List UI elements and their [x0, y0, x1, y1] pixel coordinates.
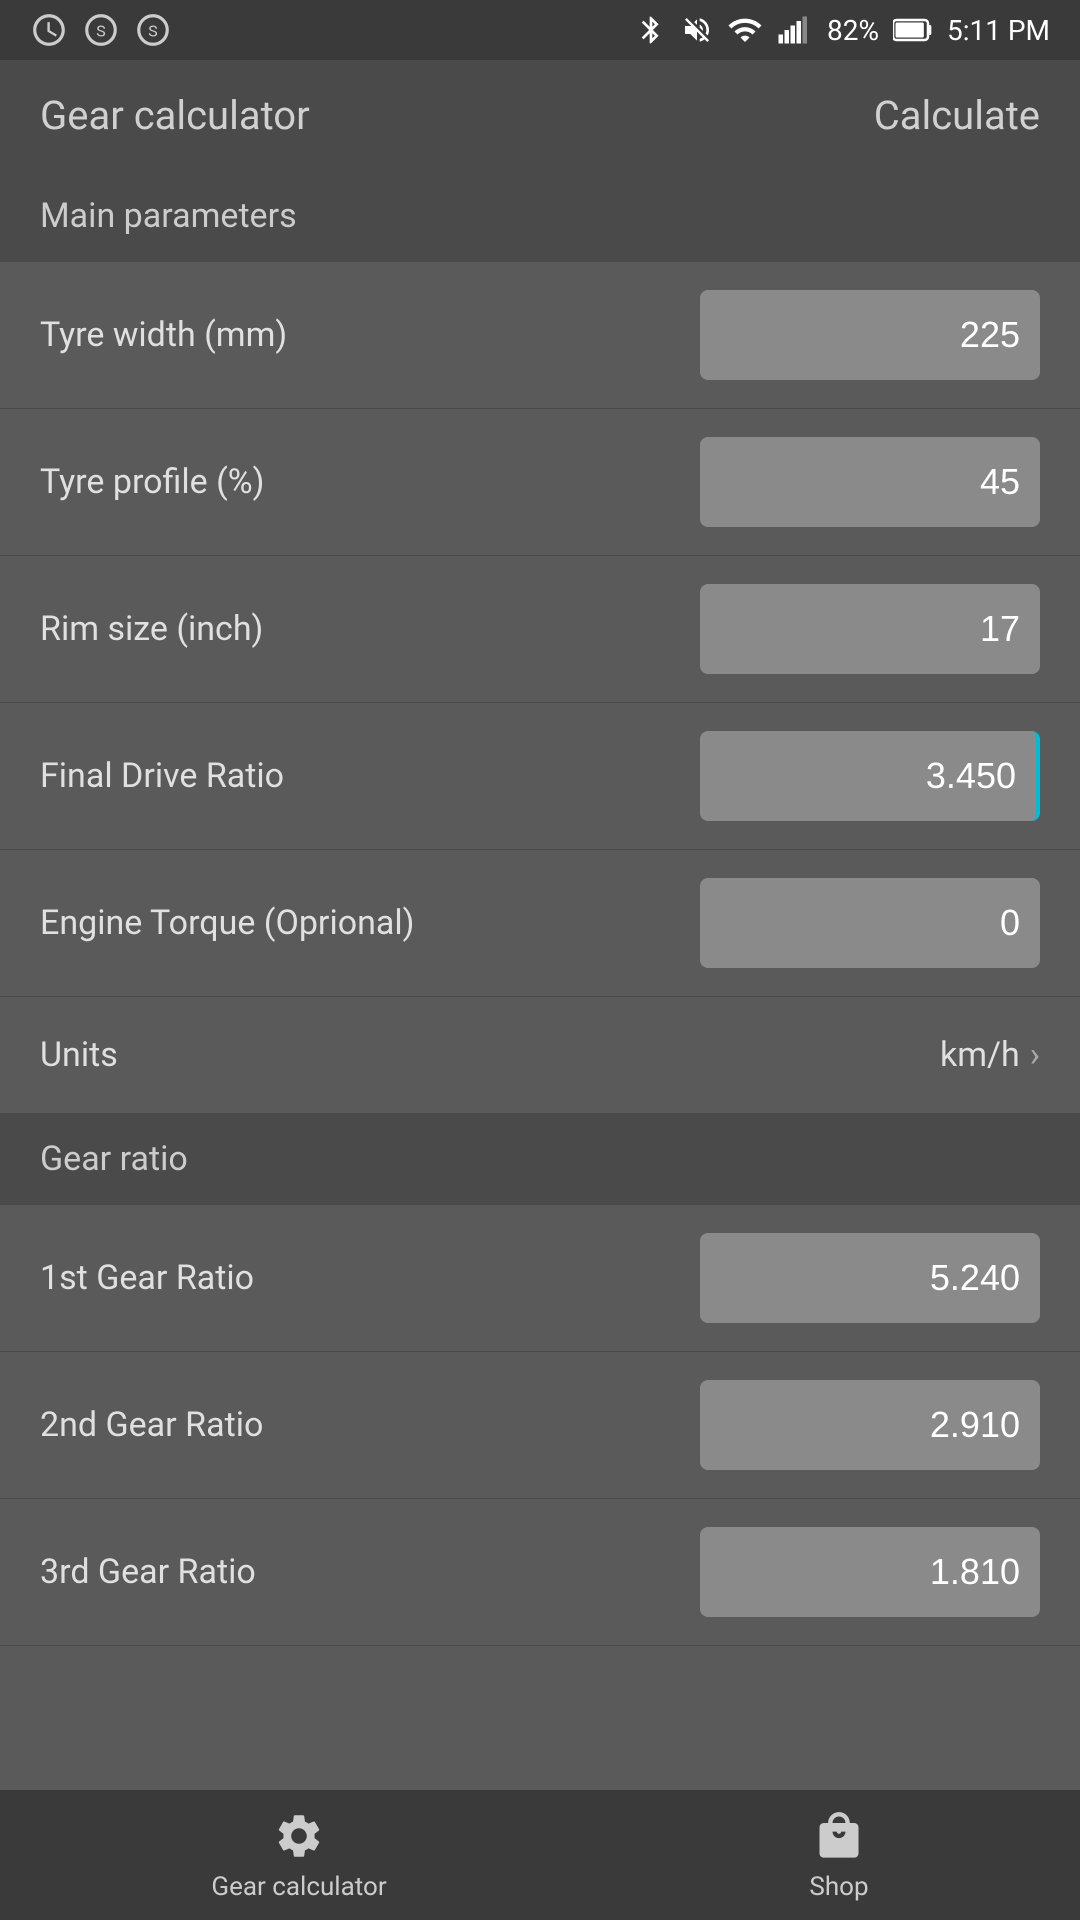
units-row[interactable]: Units km/h ›: [0, 997, 1080, 1113]
status-bar: S S 82%: [0, 0, 1080, 60]
tyre-width-row: Tyre width (mm): [0, 262, 1080, 409]
gear-ratio-header: Gear ratio: [0, 1113, 1080, 1205]
chevron-right-icon: ›: [1030, 1035, 1040, 1075]
gear-1-label: 1st Gear Ratio: [40, 1258, 700, 1298]
wifi-icon: [727, 12, 763, 48]
engine-torque-label: Engine Torque (Oprional): [40, 903, 700, 943]
tyre-width-label: Tyre width (mm): [40, 315, 700, 355]
tyre-profile-input[interactable]: [700, 437, 1040, 527]
gear-1-input[interactable]: [700, 1233, 1040, 1323]
gear-1-row: 1st Gear Ratio: [0, 1205, 1080, 1352]
gear-calculator-icon: [271, 1808, 327, 1864]
units-label: Units: [40, 1035, 118, 1075]
final-drive-label: Final Drive Ratio: [40, 756, 700, 796]
svg-text:S: S: [96, 21, 105, 40]
gear-3-input[interactable]: [700, 1527, 1040, 1617]
gear-2-label: 2nd Gear Ratio: [40, 1405, 700, 1445]
gear-ratio-title: Gear ratio: [40, 1139, 188, 1179]
svg-text:S: S: [148, 21, 157, 40]
rim-size-row: Rim size (inch): [0, 556, 1080, 703]
app-icon-1: S: [82, 11, 120, 49]
bottom-nav: Gear calculator Shop: [0, 1790, 1080, 1920]
app-bar-title: Gear calculator: [40, 92, 310, 139]
nav-gear-calculator[interactable]: Gear calculator: [211, 1808, 386, 1902]
bluetooth-icon: [635, 14, 667, 46]
gear-2-input[interactable]: [700, 1380, 1040, 1470]
signal-icon: [777, 12, 813, 48]
final-drive-row: Final Drive Ratio: [0, 703, 1080, 850]
tyre-width-input[interactable]: [700, 290, 1040, 380]
battery-percent: 82%: [827, 14, 879, 47]
shop-icon: [813, 1810, 865, 1862]
main-parameters-header: Main parameters: [0, 170, 1080, 262]
tyre-profile-row: Tyre profile (%): [0, 409, 1080, 556]
calculate-button[interactable]: Calculate: [874, 92, 1040, 139]
final-drive-input[interactable]: [700, 731, 1040, 821]
gear-ratio-content: 1st Gear Ratio 2nd Gear Ratio 3rd Gear R…: [0, 1205, 1080, 1646]
main-scroll-area: Main parameters Tyre width (mm) Tyre pro…: [0, 170, 1080, 1790]
rim-size-input[interactable]: [700, 584, 1040, 674]
battery-icon: [893, 16, 933, 44]
shop-nav-label: Shop: [809, 1872, 868, 1902]
app-icon-2: S: [134, 11, 172, 49]
gear-3-row: 3rd Gear Ratio: [0, 1499, 1080, 1646]
status-bar-left: S S: [30, 11, 172, 49]
status-icons: 82% 5:11 PM: [635, 12, 1050, 48]
gear-2-row: 2nd Gear Ratio: [0, 1352, 1080, 1499]
time-display: 5:11 PM: [947, 14, 1050, 47]
mute-icon: [681, 14, 713, 46]
rim-size-label: Rim size (inch): [40, 609, 700, 649]
app-bar: Gear calculator Calculate: [0, 60, 1080, 170]
engine-torque-row: Engine Torque (Oprional): [0, 850, 1080, 997]
gear-calculator-nav-label: Gear calculator: [211, 1872, 386, 1902]
nav-shop[interactable]: Shop: [809, 1808, 868, 1902]
engine-torque-input[interactable]: [700, 878, 1040, 968]
alarm-icon: [30, 11, 68, 49]
gear-3-label: 3rd Gear Ratio: [40, 1552, 700, 1592]
tyre-profile-label: Tyre profile (%): [40, 462, 700, 502]
main-parameters-content: Tyre width (mm) Tyre profile (%) Rim siz…: [0, 262, 1080, 1113]
shop-icon-container: [811, 1808, 867, 1864]
units-selector[interactable]: km/h ›: [940, 1035, 1040, 1075]
main-parameters-title: Main parameters: [40, 196, 297, 236]
units-value-text: km/h: [940, 1035, 1020, 1075]
gear-icon: [273, 1810, 325, 1862]
